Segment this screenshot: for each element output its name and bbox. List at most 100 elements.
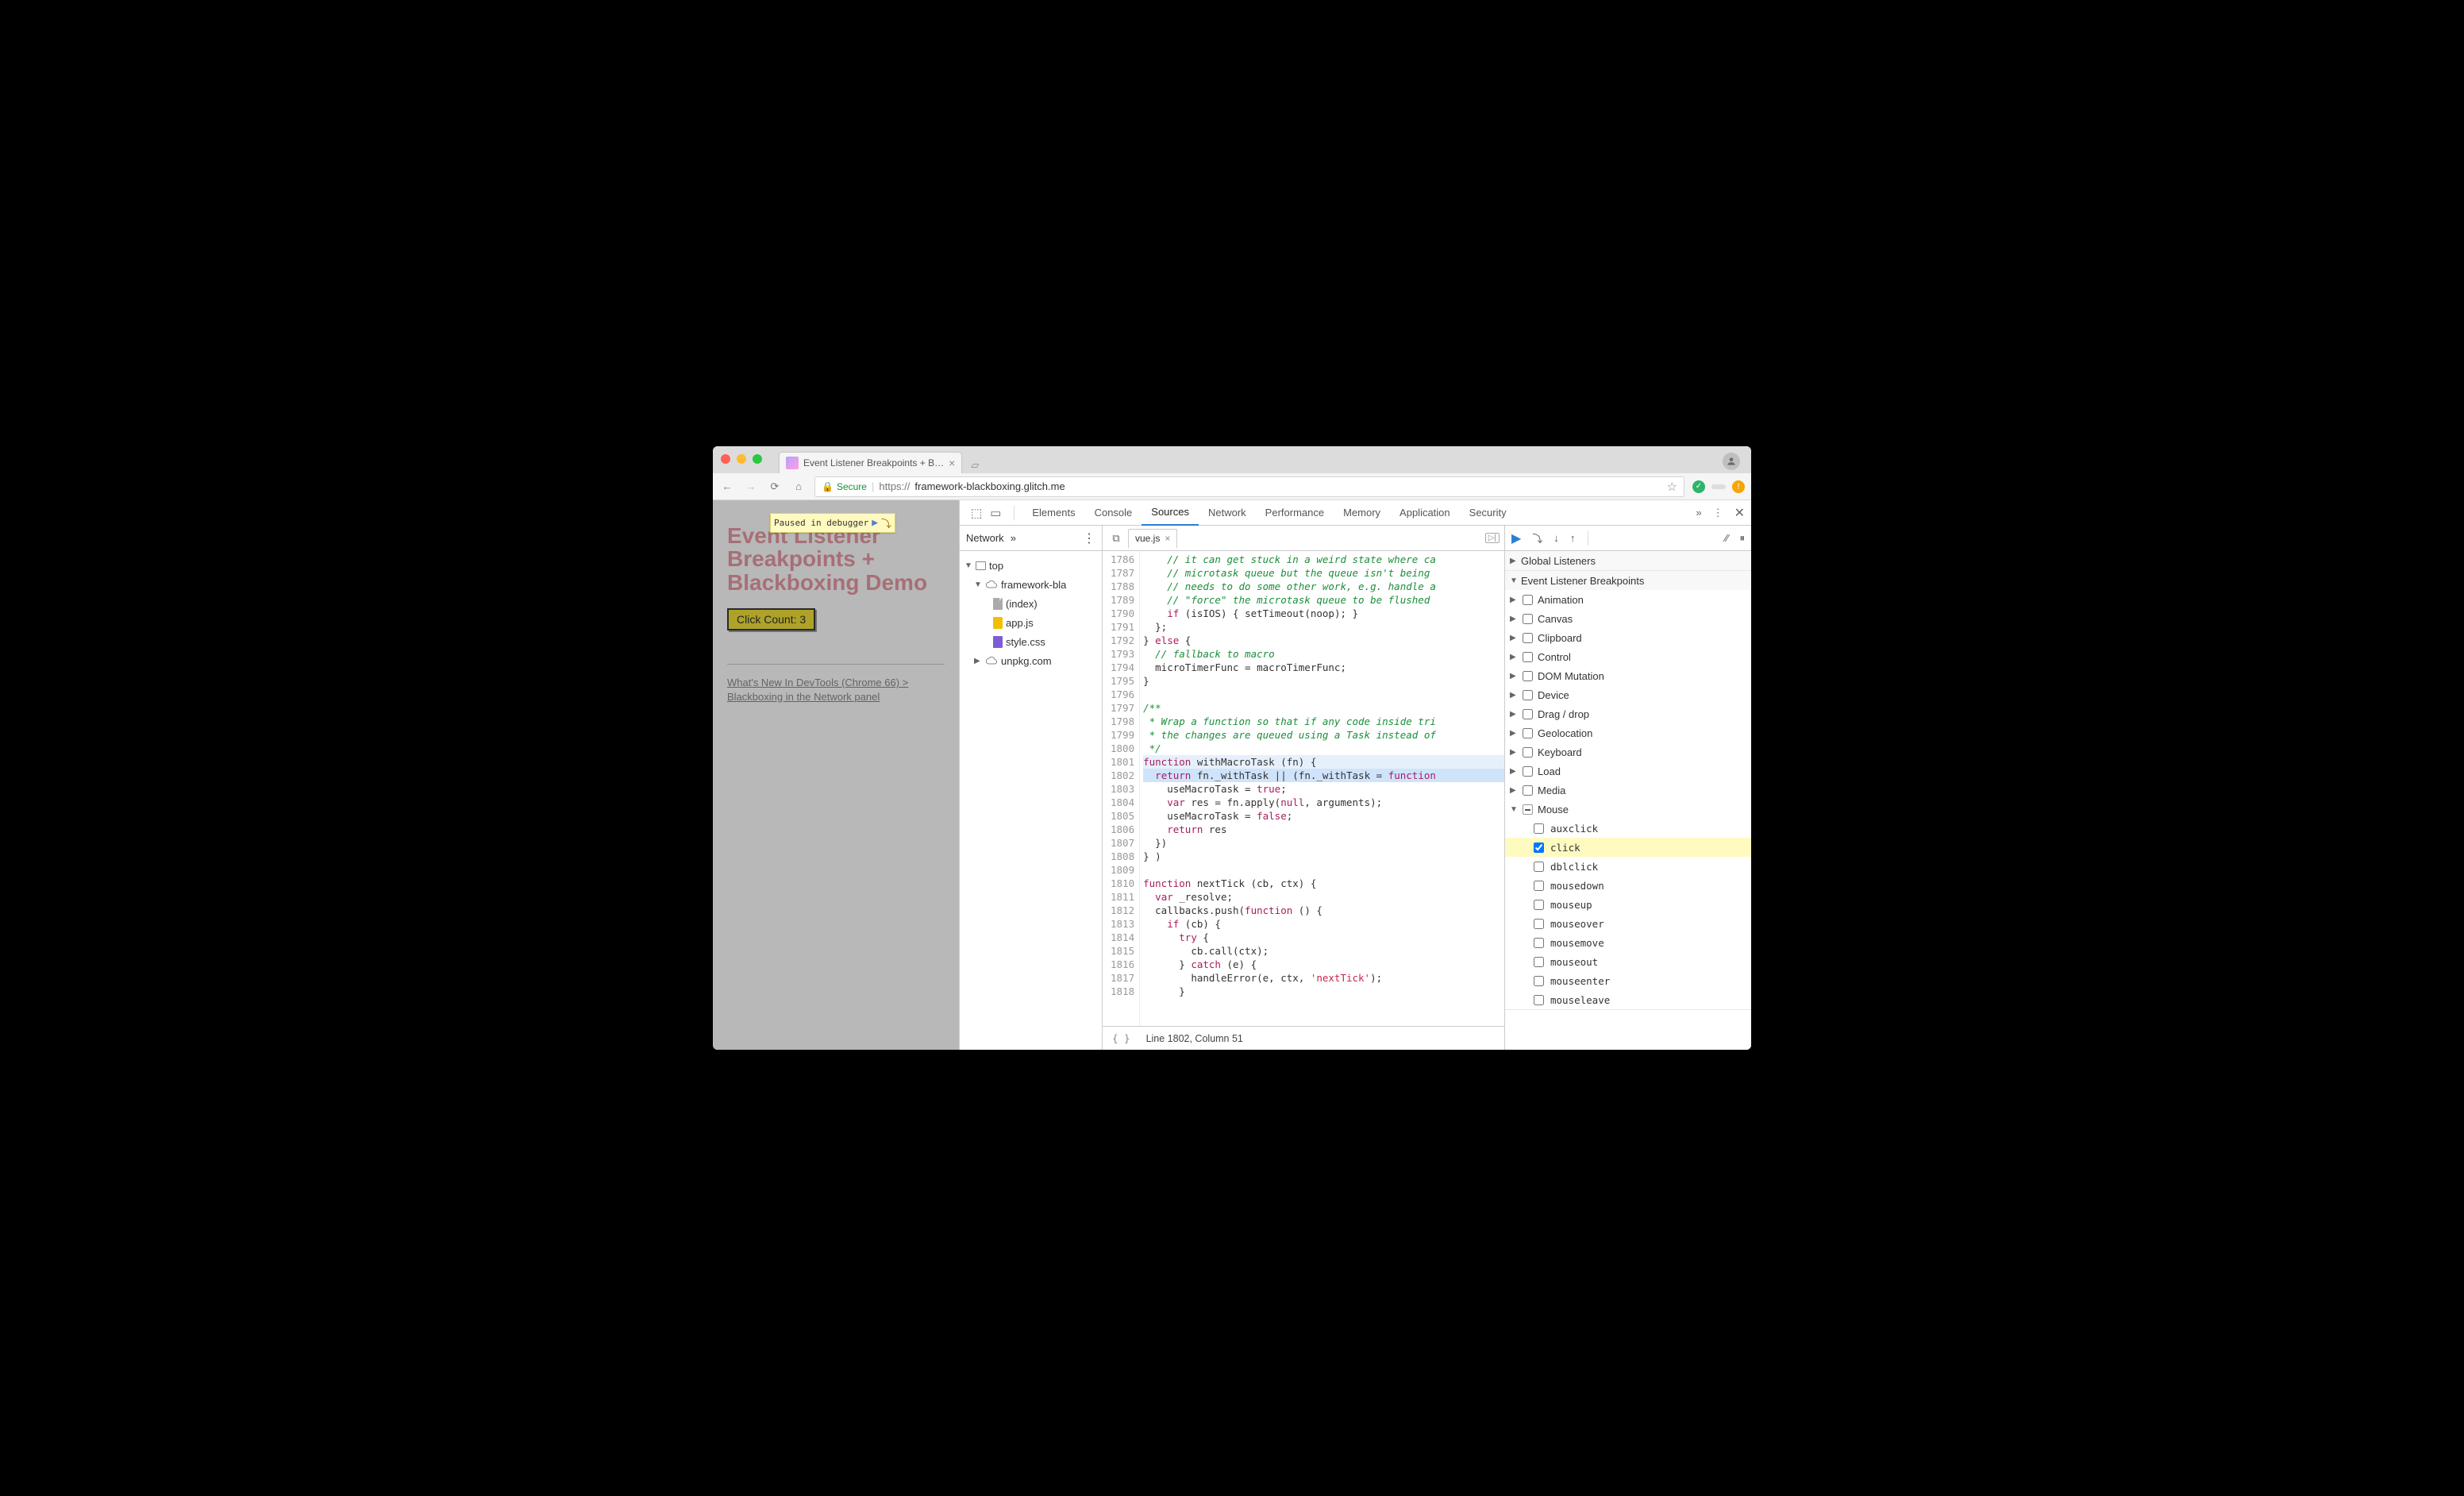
breakpoint-category[interactable]: ▶Drag / drop bbox=[1505, 704, 1751, 723]
step-over-icon[interactable]: ⤵ bbox=[1532, 530, 1542, 546]
step-into-icon[interactable]: ↓ bbox=[1553, 532, 1559, 544]
overlay-step-icon[interactable]: ⤵ bbox=[881, 515, 891, 530]
panel-tab-security[interactable]: Security bbox=[1460, 500, 1516, 526]
line-gutter[interactable]: 1786178717881789179017911792179317941795… bbox=[1103, 551, 1140, 1026]
breakpoint-event[interactable]: mouseleave bbox=[1505, 990, 1751, 1009]
code-body[interactable]: // it can get stuck in a weird state whe… bbox=[1140, 551, 1504, 1026]
event-checkbox[interactable] bbox=[1534, 995, 1544, 1005]
extension-icon-2[interactable] bbox=[1711, 484, 1726, 489]
navigator-tab[interactable]: Network bbox=[966, 532, 1004, 544]
category-checkbox[interactable] bbox=[1523, 766, 1533, 777]
secure-indicator[interactable]: 🔒 Secure bbox=[822, 481, 867, 492]
editor-tab-close-icon[interactable]: × bbox=[1165, 533, 1170, 544]
category-checkbox[interactable] bbox=[1523, 709, 1533, 719]
category-checkbox[interactable] bbox=[1523, 633, 1533, 643]
window-minimize[interactable] bbox=[737, 454, 746, 464]
pretty-print-icon[interactable]: { } bbox=[1112, 1032, 1130, 1044]
nav-forward-button[interactable]: → bbox=[743, 479, 759, 495]
snippets-run-icon[interactable]: ▷| bbox=[1485, 533, 1500, 543]
event-checkbox[interactable] bbox=[1534, 842, 1544, 853]
event-checkbox[interactable] bbox=[1534, 938, 1544, 948]
breakpoint-category[interactable]: ▶Media bbox=[1505, 781, 1751, 800]
resume-button-icon[interactable]: ▶ bbox=[1511, 530, 1521, 546]
inspect-element-icon[interactable]: ⬚ bbox=[971, 506, 982, 520]
omnibox[interactable]: 🔒 Secure | https://framework-blackboxing… bbox=[814, 476, 1684, 497]
profile-avatar[interactable] bbox=[1723, 453, 1740, 470]
editor-tab-vuejs[interactable]: vue.js × bbox=[1128, 529, 1177, 548]
breakpoint-category[interactable]: ▶Clipboard bbox=[1505, 628, 1751, 647]
deactivate-breakpoints-icon[interactable]: ⁄⁄ bbox=[1725, 532, 1728, 544]
nav-reload-button[interactable]: ⟳ bbox=[767, 479, 783, 495]
breakpoint-category[interactable]: ▶Geolocation bbox=[1505, 723, 1751, 742]
panel-tab-sources[interactable]: Sources bbox=[1142, 500, 1199, 526]
window-close[interactable] bbox=[721, 454, 730, 464]
pause-on-exceptions-icon[interactable]: ⏸ bbox=[1740, 532, 1746, 545]
breakpoint-category[interactable]: ▶Device bbox=[1505, 685, 1751, 704]
section-event-listener-breakpoints[interactable]: ▼Event Listener Breakpoints bbox=[1505, 571, 1751, 590]
breakpoint-category[interactable]: ▶Load bbox=[1505, 761, 1751, 781]
tree-file-appjs[interactable]: app.js bbox=[960, 613, 1102, 632]
category-checkbox[interactable] bbox=[1523, 652, 1533, 662]
category-checkbox[interactable] bbox=[1523, 614, 1533, 624]
event-checkbox[interactable] bbox=[1534, 976, 1544, 986]
event-checkbox[interactable] bbox=[1534, 900, 1544, 910]
overlay-resume-icon[interactable]: ▶ bbox=[870, 517, 880, 529]
breakpoint-event[interactable]: mouseup bbox=[1505, 895, 1751, 914]
devtools-close-icon[interactable]: ✕ bbox=[1734, 505, 1745, 521]
devtools-menu-icon[interactable]: ⋮ bbox=[1713, 507, 1723, 519]
bookmark-star-icon[interactable]: ☆ bbox=[1667, 480, 1677, 494]
tree-domain[interactable]: ▼framework-bla bbox=[960, 575, 1102, 594]
breakpoint-event[interactable]: click bbox=[1505, 838, 1751, 857]
event-checkbox[interactable] bbox=[1534, 823, 1544, 834]
breakpoint-category-mouse[interactable]: ▼Mouse bbox=[1505, 800, 1751, 819]
tree-top-frame[interactable]: ▼top bbox=[960, 556, 1102, 575]
panel-tab-performance[interactable]: Performance bbox=[1256, 500, 1334, 526]
event-checkbox[interactable] bbox=[1534, 919, 1544, 929]
toggle-navigator-icon[interactable]: ⧉ bbox=[1107, 530, 1125, 547]
panel-tab-application[interactable]: Application bbox=[1390, 500, 1460, 526]
category-checkbox[interactable] bbox=[1523, 671, 1533, 681]
panels-overflow-icon[interactable]: » bbox=[1696, 507, 1701, 519]
step-out-icon[interactable]: ↑ bbox=[1570, 532, 1576, 544]
breakpoint-event[interactable]: mouseout bbox=[1505, 952, 1751, 971]
breakpoint-category[interactable]: ▶Canvas bbox=[1505, 609, 1751, 628]
category-checkbox[interactable] bbox=[1523, 690, 1533, 700]
category-checkbox[interactable] bbox=[1523, 728, 1533, 738]
event-checkbox[interactable] bbox=[1534, 862, 1544, 872]
browser-tab[interactable]: Event Listener Breakpoints + B… × bbox=[779, 452, 962, 473]
extension-icon-3[interactable]: ! bbox=[1732, 480, 1745, 493]
tab-close-icon[interactable]: × bbox=[949, 457, 955, 469]
window-maximize[interactable] bbox=[753, 454, 762, 464]
breakpoint-event[interactable]: dblclick bbox=[1505, 857, 1751, 876]
category-checkbox-mixed[interactable] bbox=[1523, 804, 1533, 815]
panel-tab-elements[interactable]: Elements bbox=[1022, 500, 1084, 526]
panel-tab-memory[interactable]: Memory bbox=[1334, 500, 1390, 526]
breakpoint-category[interactable]: ▶Control bbox=[1505, 647, 1751, 666]
panel-tab-console[interactable]: Console bbox=[1085, 500, 1142, 526]
tree-cdn[interactable]: ▶unpkg.com bbox=[960, 651, 1102, 670]
nav-back-button[interactable]: ← bbox=[719, 479, 735, 495]
breakpoint-event[interactable]: mousemove bbox=[1505, 933, 1751, 952]
category-checkbox[interactable] bbox=[1523, 595, 1533, 605]
breakpoint-category[interactable]: ▶Animation bbox=[1505, 590, 1751, 609]
extension-icon-1[interactable]: ✓ bbox=[1692, 480, 1705, 493]
event-checkbox[interactable] bbox=[1534, 881, 1544, 891]
panel-tab-network[interactable]: Network bbox=[1199, 500, 1256, 526]
category-checkbox[interactable] bbox=[1523, 785, 1533, 796]
navigator-menu-icon[interactable]: ⋮ bbox=[1083, 530, 1095, 546]
tree-file-stylecss[interactable]: style.css bbox=[960, 632, 1102, 651]
breakpoint-category[interactable]: ▶Keyboard bbox=[1505, 742, 1751, 761]
nav-home-button[interactable]: ⌂ bbox=[791, 479, 807, 495]
breakpoint-category[interactable]: ▶DOM Mutation bbox=[1505, 666, 1751, 685]
breakpoint-event[interactable]: mouseenter bbox=[1505, 971, 1751, 990]
device-toolbar-icon[interactable]: ▭ bbox=[990, 506, 1001, 520]
tree-file-index[interactable]: (index) bbox=[960, 594, 1102, 613]
category-checkbox[interactable] bbox=[1523, 747, 1533, 758]
event-checkbox[interactable] bbox=[1534, 957, 1544, 967]
breakpoint-event[interactable]: auxclick bbox=[1505, 819, 1751, 838]
navigator-overflow-icon[interactable]: » bbox=[1011, 532, 1016, 544]
new-tab-button[interactable]: ▱ bbox=[965, 457, 984, 473]
breakpoint-event[interactable]: mousedown bbox=[1505, 876, 1751, 895]
breakpoint-event[interactable]: mouseover bbox=[1505, 914, 1751, 933]
section-global-listeners[interactable]: ▶Global Listeners bbox=[1505, 551, 1751, 570]
